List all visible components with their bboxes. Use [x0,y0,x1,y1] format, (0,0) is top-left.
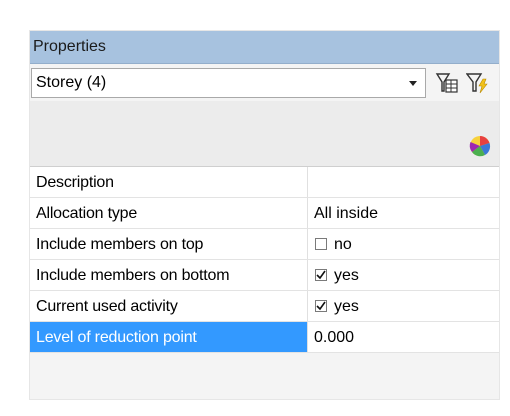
property-name: Current used activity [36,298,178,315]
property-name-cell: Current used activity [30,291,308,321]
property-row-include-members-on-top[interactable]: Include members on top no [30,229,499,260]
filter-table-icon[interactable] [435,71,459,95]
object-selector-value: Storey (4) [36,74,107,91]
checkbox-checked[interactable] [315,269,327,281]
property-name-cell: Description [30,167,308,197]
property-name-cell: Level of reduction point [30,322,308,352]
property-row-description[interactable]: Description [30,167,499,198]
property-value-cell[interactable]: All inside [308,198,499,228]
panel-titlebar: Properties [30,31,499,64]
property-value-cell[interactable] [308,167,499,197]
properties-panel: Properties Storey (4) Description Alloca… [29,30,500,400]
color-palette-icon[interactable] [468,134,492,158]
checkbox-unchecked[interactable] [315,238,327,250]
panel-title: Properties [33,38,106,55]
filter-lightning-icon[interactable] [466,71,490,95]
property-name: Include members on bottom [36,267,230,284]
property-name: Include members on top [36,236,204,253]
property-value-cell[interactable]: no [308,229,499,259]
property-name-cell: Include members on bottom [30,260,308,290]
property-value-cell[interactable]: 0.000 [308,322,499,352]
checkmark-icon [316,270,326,280]
checkbox-label: no [334,236,352,253]
checkbox-checked[interactable] [315,300,327,312]
property-name: Allocation type [36,205,138,222]
property-row-current-used-activity[interactable]: Current used activity yes [30,291,499,322]
checkbox-label: yes [334,298,359,315]
property-name-cell: Include members on top [30,229,308,259]
property-row-include-members-on-bottom[interactable]: Include members on bottom yes [30,260,499,291]
checkbox-label: yes [334,267,359,284]
property-value-cell[interactable]: yes [308,291,499,321]
property-value: All inside [314,205,379,222]
checkmark-icon [316,301,326,311]
property-value-cell[interactable]: yes [308,260,499,290]
property-name-cell: Allocation type [30,198,308,228]
property-name: Description [36,174,114,191]
property-grid: Description Allocation type All inside I… [30,166,499,353]
object-selector-dropdown[interactable]: Storey (4) [31,68,426,98]
dropdown-arrow-icon[interactable] [407,77,419,89]
property-name: Level of reduction point [36,329,197,346]
property-row-level-of-reduction-point[interactable]: Level of reduction point 0.000 [30,322,499,353]
property-value: 0.000 [314,329,355,346]
property-row-allocation-type[interactable]: Allocation type All inside [30,198,499,229]
